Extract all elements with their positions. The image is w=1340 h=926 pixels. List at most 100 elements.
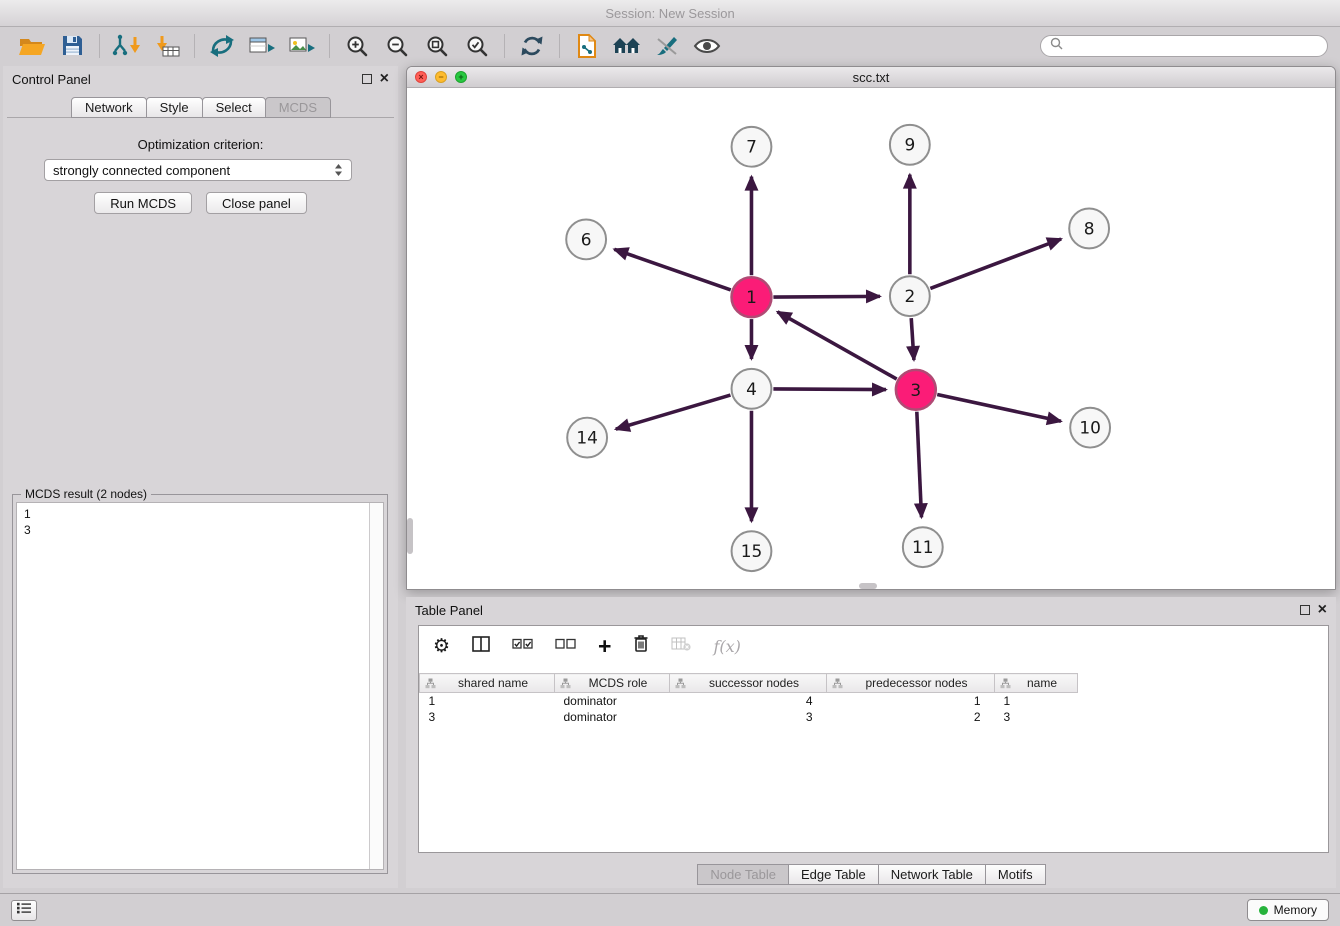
deselect-all-icon[interactable] (555, 637, 576, 655)
close-panel-icon[interactable]: × (380, 71, 389, 87)
style-brush-icon[interactable] (651, 31, 683, 61)
cell-mcds-role: dominator (555, 709, 670, 725)
edge-4-14[interactable] (616, 395, 731, 429)
tab-edge-table[interactable]: Edge Table (788, 864, 879, 885)
optimization-label: Optimization criterion: (3, 137, 398, 152)
node-7[interactable]: 7 (732, 127, 772, 167)
select-all-icon[interactable] (512, 637, 533, 655)
column-visibility-icon[interactable] (472, 636, 490, 657)
search-box[interactable] (1040, 35, 1328, 57)
edge-3-11[interactable] (917, 412, 922, 518)
show-hide-details-icon[interactable] (691, 31, 723, 61)
table-row[interactable]: 1dominator411 (420, 693, 1329, 709)
open-session-icon[interactable] (16, 31, 48, 61)
network-canvas[interactable]: 7 9 6 8 1 2 4 3 14 10 15 11 (407, 88, 1335, 589)
cell-shared-name: 1 (420, 693, 555, 709)
result-item[interactable]: 1 (17, 506, 369, 522)
layout-arrows-icon[interactable] (206, 31, 238, 61)
column-header-predecessor-nodes[interactable]: predecessor nodes (827, 674, 995, 693)
export-image-icon[interactable] (286, 31, 318, 61)
close-panel-button[interactable]: Close panel (206, 192, 307, 214)
edge-1-2[interactable] (773, 296, 880, 297)
tab-node-table[interactable]: Node Table (697, 864, 789, 885)
node-3[interactable]: 3 (896, 370, 936, 410)
tab-motifs[interactable]: Motifs (985, 864, 1046, 885)
horizontal-scrollbar-thumb[interactable] (859, 583, 877, 589)
zoom-in-icon[interactable] (341, 31, 373, 61)
delete-column-icon[interactable] (633, 634, 649, 658)
node-label: 6 (581, 229, 592, 249)
home-icon[interactable] (611, 31, 643, 61)
zoom-window-icon[interactable]: + (455, 71, 467, 83)
network-window-titlebar[interactable]: scc.txt × − + (407, 67, 1335, 88)
tab-select[interactable]: Select (202, 97, 266, 118)
node-14[interactable]: 14 (567, 418, 607, 458)
edge-2-3[interactable] (911, 318, 914, 360)
cell-mcds-role: dominator (555, 693, 670, 709)
zoom-fit-icon[interactable] (421, 31, 453, 61)
main-toolbar (0, 27, 1340, 64)
node-label: 1 (746, 287, 757, 307)
close-window-icon[interactable]: × (415, 71, 427, 83)
node-15[interactable]: 15 (732, 531, 772, 571)
refresh-icon[interactable] (516, 31, 548, 61)
column-header-shared-name[interactable]: shared name (420, 674, 555, 693)
titlebar: Session: New Session (0, 0, 1340, 27)
node-11[interactable]: 11 (903, 527, 943, 567)
toolbar-separator (504, 34, 505, 58)
edge-2-8[interactable] (930, 239, 1061, 288)
node-2[interactable]: 2 (890, 276, 930, 316)
float-table-panel-icon[interactable] (1300, 605, 1310, 615)
node-10[interactable]: 10 (1070, 408, 1110, 448)
zoom-selected-icon[interactable] (461, 31, 493, 61)
network-view[interactable]: 7 9 6 8 1 2 4 3 14 10 15 11 (407, 88, 1335, 589)
table-settings-gear-icon[interactable]: ⚙ (433, 637, 450, 656)
column-header-name[interactable]: name (995, 674, 1078, 693)
tab-mcds[interactable]: MCDS (265, 97, 331, 118)
node-4[interactable]: 4 (732, 369, 772, 409)
node-label: 3 (910, 380, 921, 400)
tab-network[interactable]: Network (71, 97, 147, 118)
run-mcds-button[interactable]: Run MCDS (94, 192, 192, 214)
tab-style[interactable]: Style (146, 97, 203, 118)
vertical-scrollbar-thumb[interactable] (407, 518, 413, 554)
import-table-icon[interactable] (151, 31, 183, 61)
node-label: 10 (1079, 418, 1101, 438)
float-panel-icon[interactable] (362, 74, 372, 84)
optimization-select[interactable]: strongly connected component (44, 159, 352, 181)
mcds-result-scrollbar[interactable] (369, 503, 383, 869)
tab-network-table[interactable]: Network Table (878, 864, 986, 885)
memory-button[interactable]: Memory (1247, 899, 1329, 921)
edge-1-6[interactable] (614, 249, 730, 290)
node-8[interactable]: 8 (1069, 209, 1109, 249)
column-header-successor-nodes[interactable]: successor nodes (670, 674, 827, 693)
network-window-title: scc.txt (407, 70, 1335, 85)
table-row[interactable]: 3dominator323 (420, 709, 1329, 725)
zoom-out-icon[interactable] (381, 31, 413, 61)
node-9[interactable]: 9 (890, 125, 930, 165)
search-input[interactable] (1069, 39, 1318, 53)
mcds-result-box: MCDS result (2 nodes) 13 (12, 494, 388, 874)
result-item[interactable]: 3 (17, 522, 369, 538)
node-table-body: ⚙ + f(x) shared nameMCDS rolesuccessor n… (418, 625, 1329, 853)
edge-4-3[interactable] (773, 389, 886, 390)
cell-name: 1 (995, 693, 1078, 709)
node-6[interactable]: 6 (566, 219, 606, 259)
task-history-button[interactable] (11, 900, 37, 921)
add-column-icon[interactable]: + (598, 635, 611, 658)
export-network-icon[interactable] (246, 31, 278, 61)
column-header-mcds-role[interactable]: MCDS role (555, 674, 670, 693)
app-window: Session: New Session Control Panel (0, 0, 1340, 926)
close-table-panel-icon[interactable]: × (1318, 602, 1327, 618)
clone-network-icon[interactable] (571, 31, 603, 61)
control-panel: Control Panel × NetworkStyleSelectMCDS O… (3, 66, 398, 888)
select-stepper-icon (334, 163, 343, 177)
mcds-result-list[interactable]: 13 (17, 503, 369, 869)
node-1[interactable]: 1 (732, 277, 772, 317)
node-label: 11 (912, 537, 934, 557)
import-network-icon[interactable] (111, 31, 143, 61)
edge-3-10[interactable] (937, 394, 1061, 421)
save-session-icon[interactable] (56, 31, 88, 61)
minimize-window-icon[interactable]: − (435, 71, 447, 83)
edge-3-1[interactable] (777, 312, 896, 379)
